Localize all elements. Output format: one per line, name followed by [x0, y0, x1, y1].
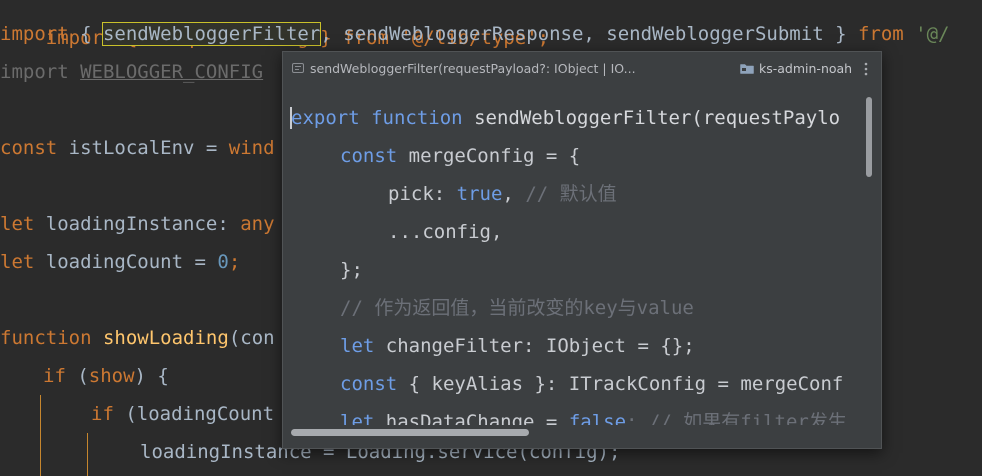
declaration-text: loadingCount = — [34, 251, 218, 273]
code-comment: ; // 如果有filter发生 — [626, 411, 847, 425]
indent-guide — [40, 395, 41, 476]
const-keyword: const — [340, 145, 398, 167]
comma: , — [502, 183, 514, 205]
let-keyword: let — [340, 411, 375, 425]
if-keyword: if — [43, 365, 66, 387]
vertical-scroll-thumb[interactable] — [866, 97, 872, 177]
let-keyword: let — [0, 213, 35, 235]
declaration-text: changeFilter: IObject = {}; — [385, 335, 695, 357]
show-param: show — [88, 365, 135, 387]
property-key: pick: — [388, 183, 457, 205]
import-list-rest: , sendWebloggerResponse, sendWebloggerSu… — [320, 23, 858, 45]
function-keyword: function — [0, 327, 92, 349]
more-vertical-icon[interactable] — [863, 60, 869, 78]
highlighted-identifier[interactable]: sendWebloggerFilter — [101, 22, 322, 46]
import-keyword: import — [0, 23, 69, 45]
unused-import-name: WEBLOGGER_CONFIG — [80, 61, 264, 83]
type-any: any — [240, 213, 275, 235]
from-keyword: from — [857, 23, 904, 45]
code-comment: // 作为返回值，当前改变的key与value — [340, 297, 694, 319]
code-comment: // 默认值 — [525, 183, 617, 205]
popup-code-line: ...config, — [388, 213, 502, 251]
number-literal: 0 — [217, 251, 229, 273]
boolean-literal: true — [456, 183, 503, 205]
if-keyword: if — [91, 403, 114, 425]
function-keyword: function — [371, 107, 463, 129]
condition-text: (loadingCount — [113, 403, 275, 425]
declaration-text: loadingInstance: — [34, 213, 241, 235]
popup-code-line: const mergeConfig = { — [340, 137, 580, 175]
horizontal-scroll-thumb[interactable] — [291, 429, 529, 436]
declaration-text: mergeConfig = { — [408, 145, 581, 167]
export-keyword: export — [291, 107, 360, 129]
paren-open: ( — [65, 365, 89, 387]
code-line-loadingcount: let loadingCount = 0; — [0, 243, 240, 281]
const-keyword: const — [0, 137, 58, 159]
horizontal-scrollbar[interactable] — [291, 427, 861, 439]
declaration-text: istLocalEnv = — [57, 137, 229, 159]
let-keyword: let — [0, 251, 35, 273]
boolean-literal: false — [568, 411, 627, 425]
popup-code-line: export function sendWebloggerFilter(requ… — [291, 99, 840, 137]
declaration-text: hasDataChange = — [385, 411, 569, 425]
popup-code-line: // 作为返回值，当前改变的key与value — [340, 289, 694, 327]
code-line-if-loadingcount: if (loadingCount — [91, 395, 274, 433]
popup-code-line: let hasDataChange = false; // 如果有filter发… — [340, 403, 847, 425]
semicolon: ; — [228, 251, 241, 273]
vertical-scrollbar[interactable] — [864, 97, 874, 428]
let-keyword: let — [340, 335, 375, 357]
code-line-loadinginstance: let loadingInstance: any — [0, 205, 275, 243]
module-name: ks-admin-noah — [759, 61, 853, 76]
code-line-if-show: if (show) { — [43, 357, 169, 395]
popup-code-line: pick: true, // 默认值 — [388, 175, 617, 213]
quick-definition-popup[interactable]: sendWebloggerFilter(requestPayload?: IOb… — [282, 51, 882, 449]
code-line-istlocalenv: const istLocalEnv = wind — [0, 129, 275, 167]
block-close: }; — [340, 259, 363, 281]
popup-header: sendWebloggerFilter(requestPayload?: IOb… — [283, 52, 881, 86]
folder-icon — [740, 64, 754, 74]
popup-code-line: let changeFilter: IObject = {}; — [340, 327, 695, 365]
brace-open: { — [68, 23, 103, 45]
indent-guide — [87, 433, 88, 476]
paren-close: ) { — [134, 365, 169, 387]
import-path-string: '@/ — [903, 23, 950, 45]
window-reference: wind — [228, 137, 275, 159]
spread-config: ...config, — [388, 221, 503, 243]
popup-code-line: const { keyAlias }: ITrackConfig = merge… — [340, 365, 843, 403]
code-line-import-weblogger: import { sendWebloggerFilter, sendWeblog… — [0, 15, 949, 53]
popup-title: sendWebloggerFilter(requestPayload?: IOb… — [310, 61, 636, 76]
code-line-showloading: function showLoading(con — [0, 319, 275, 357]
param-list: (con — [228, 327, 275, 349]
popup-code-area[interactable]: export function sendWebloggerFilter(requ… — [283, 99, 863, 425]
const-keyword: const — [340, 373, 398, 395]
function-signature: sendWebloggerFilter(requestPaylo — [474, 107, 841, 129]
function-icon — [292, 63, 304, 73]
code-line-import-config-const: import WEBLOGGER_CONFIG — [0, 53, 263, 91]
function-name: showLoading — [102, 327, 229, 349]
popup-code-line: }; — [340, 251, 363, 289]
declaration-text: { keyAlias }: ITrackConfig = mergeConf — [408, 373, 844, 395]
import-keyword: import — [0, 61, 69, 83]
